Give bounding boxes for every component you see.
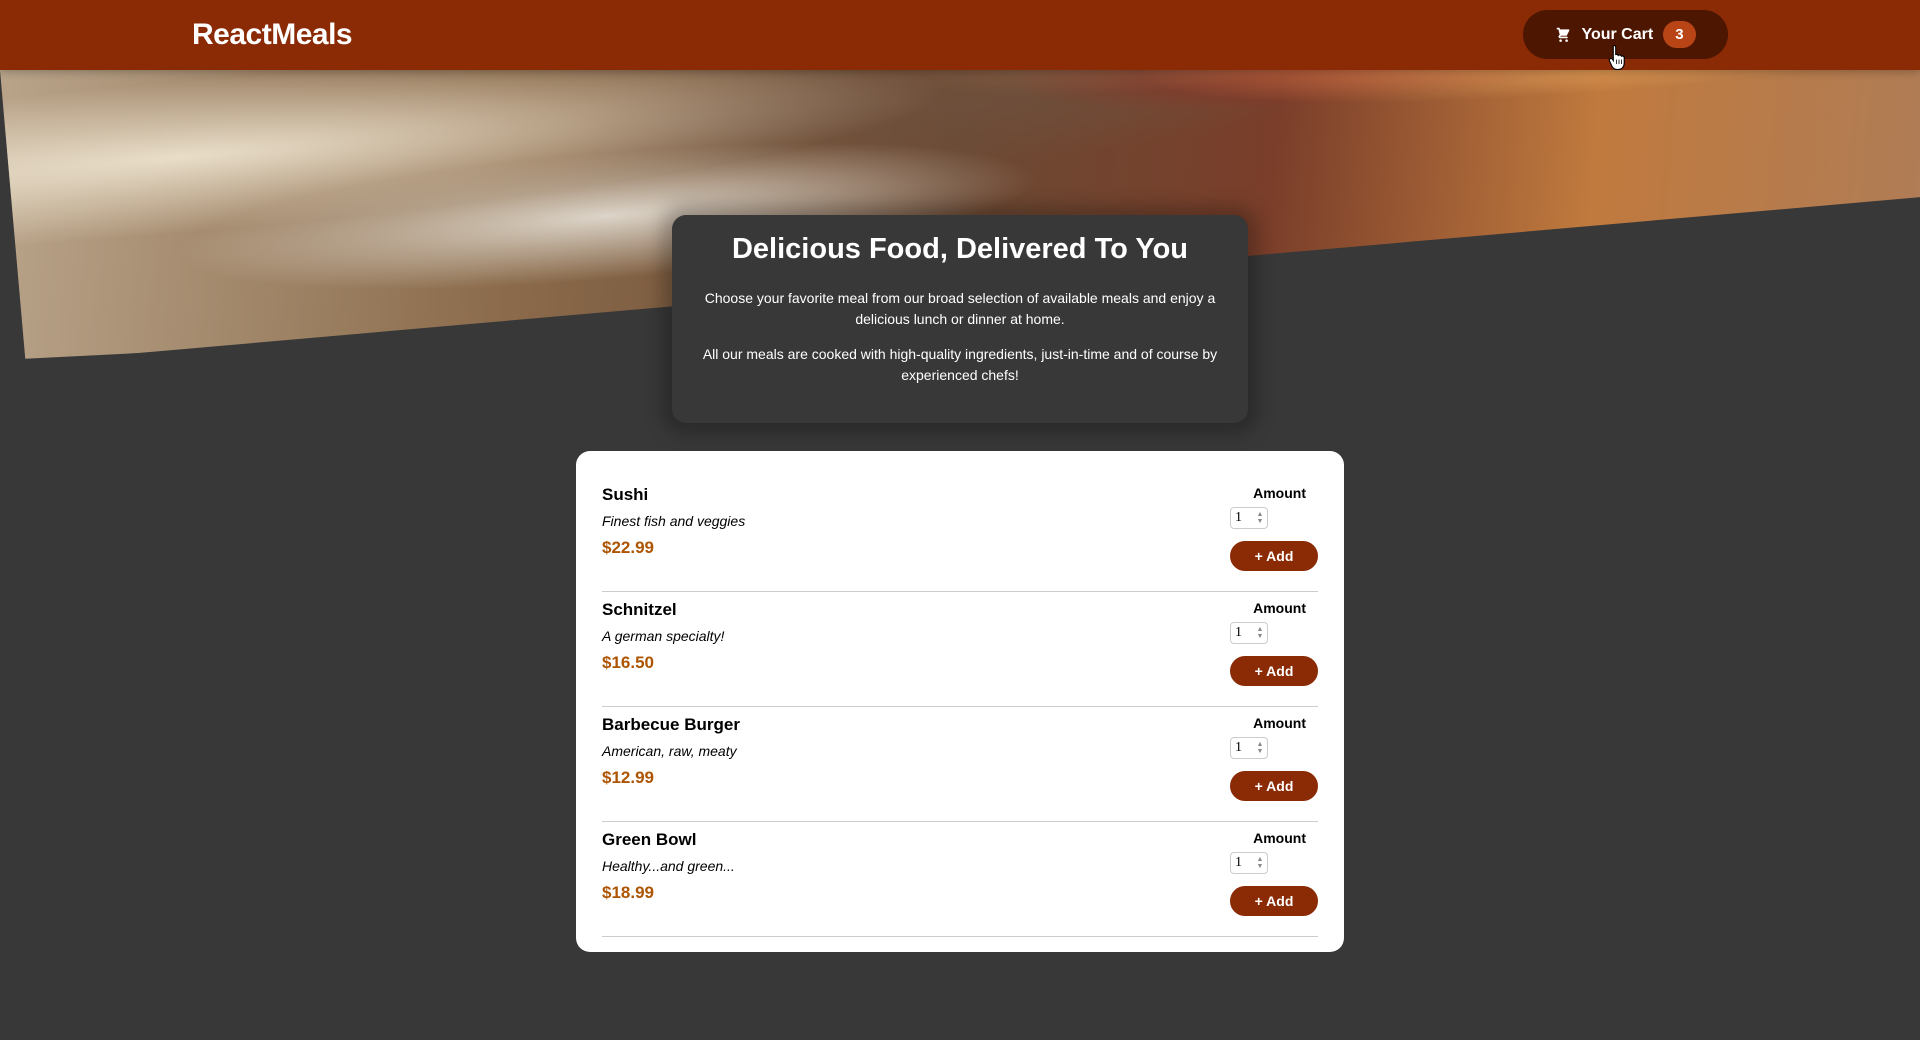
app-header: ReactMeals Your Cart 3 — [0, 0, 1920, 70]
add-to-cart-button[interactable]: + Add — [1230, 656, 1318, 686]
meal-description: Healthy...and green... — [602, 858, 735, 874]
hand-pointer-cursor-icon — [1608, 44, 1625, 70]
amount-value: 1 — [1235, 740, 1242, 755]
summary-title: Delicious Food, Delivered To You — [731, 233, 1188, 265]
spinner-arrows-icon[interactable]: ▲ ▼ — [1255, 626, 1265, 640]
cart-label: Your Cart — [1581, 25, 1654, 43]
app-logo: ReactMeals — [192, 18, 353, 51]
amount-input[interactable]: 1 ▲ ▼ — [1230, 622, 1268, 644]
amount-value: 1 — [1235, 510, 1242, 525]
meal-description: American, raw, meaty — [602, 743, 737, 759]
amount-value: 1 — [1235, 625, 1242, 640]
available-meals-card: Sushi Finest fish and veggies $22.99 Amo… — [576, 451, 1344, 952]
meal-price: $18.99 — [602, 883, 654, 902]
amount-value: 1 — [1235, 855, 1242, 870]
amount-input[interactable]: 1 ▲ ▼ — [1230, 507, 1268, 529]
amount-label: Amount — [1253, 485, 1306, 501]
cart-count-badge: 3 — [1663, 21, 1696, 48]
amount-label: Amount — [1253, 715, 1306, 731]
meal-price: $16.50 — [602, 653, 654, 672]
add-to-cart-button[interactable]: + Add — [1230, 541, 1318, 571]
amount-input[interactable]: 1 ▲ ▼ — [1230, 852, 1268, 874]
spinner-arrows-icon[interactable]: ▲ ▼ — [1255, 741, 1265, 755]
meal-name: Green Bowl — [602, 830, 697, 849]
summary-paragraph-1: Choose your favorite meal from our broad… — [704, 290, 1216, 327]
meals-summary-card: Delicious Food, Delivered To You Choose … — [672, 215, 1248, 423]
meal-name: Barbecue Burger — [602, 715, 740, 734]
meal-description: A german specialty! — [602, 628, 725, 644]
amount-label: Amount — [1253, 600, 1306, 616]
meal-price: $22.99 — [602, 538, 654, 557]
meal-description: Finest fish and veggies — [602, 513, 746, 529]
add-to-cart-button[interactable]: + Add — [1230, 886, 1318, 916]
summary-paragraph-2: All our meals are cooked with high-quali… — [702, 346, 1218, 383]
cart-icon — [1555, 27, 1571, 43]
meal-name: Sushi — [602, 485, 649, 504]
meal-item-sushi: Sushi Finest fish and veggies $22.99 Amo… — [602, 477, 1318, 592]
add-to-cart-button[interactable]: + Add — [1230, 771, 1318, 801]
meal-item-green-bowl: Green Bowl Healthy...and green... $18.99… — [602, 822, 1318, 937]
spinner-arrows-icon[interactable]: ▲ ▼ — [1255, 856, 1265, 870]
amount-label: Amount — [1253, 830, 1306, 846]
amount-input[interactable]: 1 ▲ ▼ — [1230, 737, 1268, 759]
meal-name: Schnitzel — [602, 600, 677, 619]
meal-item-barbecue-burger: Barbecue Burger American, raw, meaty $12… — [602, 707, 1318, 822]
meal-price: $12.99 — [602, 768, 654, 787]
meal-item-schnitzel: Schnitzel A german specialty! $16.50 Amo… — [602, 592, 1318, 707]
spinner-arrows-icon[interactable]: ▲ ▼ — [1255, 511, 1265, 525]
